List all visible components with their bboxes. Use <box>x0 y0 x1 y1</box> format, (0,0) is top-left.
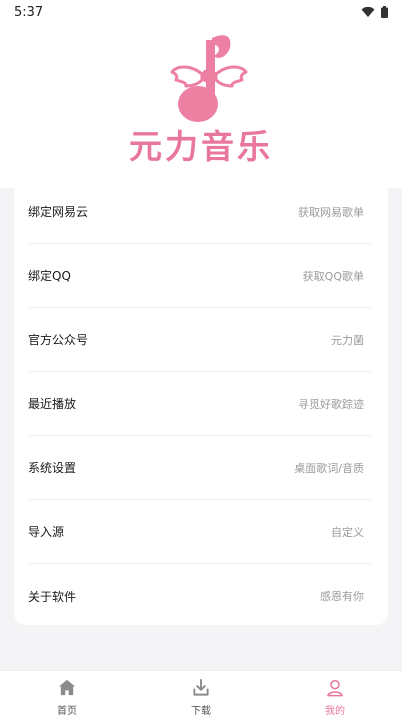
bottom-nav: 首页 下载 我的 <box>0 670 402 716</box>
menu-item-hint: 获取网易歌单 <box>298 205 364 219</box>
menu-item-label: 绑定QQ <box>28 269 71 283</box>
brand-name: 元力音乐 <box>129 127 273 166</box>
menu-item-label: 最近播放 <box>28 397 77 411</box>
menu-card: 绑定网易云 获取网易歌单 绑定QQ 获取QQ歌单 官方公众号 元力菌 最近播放 … <box>14 180 388 625</box>
menu-item-official-account[interactable]: 官方公众号 元力菌 <box>28 308 372 372</box>
menu-item-bind-qq[interactable]: 绑定QQ 获取QQ歌单 <box>28 244 372 308</box>
menu-item-recent-play[interactable]: 最近播放 寻觅好歌踪迹 <box>28 372 372 436</box>
menu-item-label: 绑定网易云 <box>28 205 89 219</box>
menu-item-label: 系统设置 <box>28 461 77 475</box>
menu-item-hint: 元力菌 <box>331 333 364 347</box>
menu-item-system-settings[interactable]: 系统设置 桌面歌词/音质 <box>28 436 372 500</box>
nav-tab-download[interactable]: 下载 <box>134 671 268 716</box>
menu-item-label: 关于软件 <box>28 589 77 604</box>
battery-icon <box>381 6 388 18</box>
home-icon <box>58 679 76 696</box>
menu-item-label: 导入源 <box>28 525 65 539</box>
menu-item-import-source[interactable]: 导入源 自定义 <box>28 500 372 564</box>
menu-item-hint: 获取QQ歌单 <box>302 269 364 283</box>
nav-tab-label: 首页 <box>57 706 77 716</box>
menu-item-hint: 自定义 <box>331 525 364 539</box>
wifi-icon <box>361 6 375 17</box>
nav-tab-mine[interactable]: 我的 <box>268 671 402 716</box>
menu-item-hint: 寻觅好歌踪迹 <box>298 397 364 411</box>
nav-tab-label: 下载 <box>191 706 211 716</box>
status-icons <box>361 6 388 18</box>
nav-tab-home[interactable]: 首页 <box>0 671 134 716</box>
menu-item-about[interactable]: 关于软件 感恩有你 <box>28 564 372 625</box>
status-bar: 5:37 <box>0 0 402 24</box>
menu-item-bind-netease[interactable]: 绑定网易云 获取网易歌单 <box>28 180 372 244</box>
download-icon <box>193 678 209 696</box>
menu-item-hint: 感恩有你 <box>320 590 364 603</box>
status-time: 5:37 <box>14 4 44 20</box>
menu-item-label: 官方公众号 <box>28 333 89 347</box>
menu-item-hint: 桌面歌词/音质 <box>294 461 364 475</box>
nav-tab-label: 我的 <box>325 706 345 716</box>
user-icon <box>327 679 343 697</box>
